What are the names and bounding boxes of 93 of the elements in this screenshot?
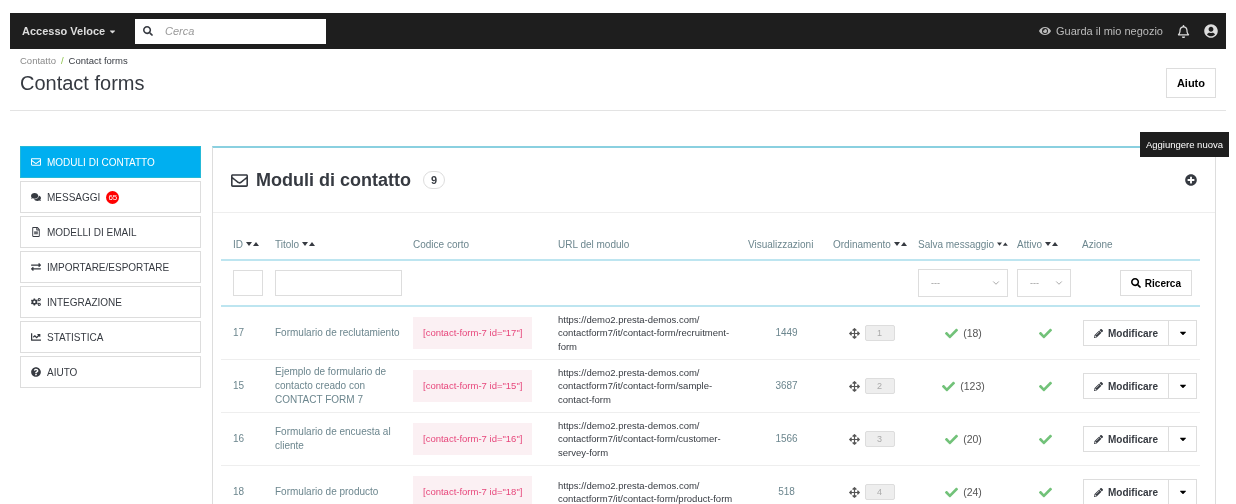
breadcrumb-link[interactable]: Contact forms — [68, 55, 128, 66]
sidebar-item-label: MODELLI DI EMAIL — [47, 226, 137, 238]
quick-access-menu[interactable]: Accesso Veloce — [22, 25, 122, 37]
chevron-down-icon — [991, 278, 1001, 288]
sort-icon[interactable] — [1045, 241, 1058, 247]
column-header: Codice corto — [409, 229, 554, 261]
sort-icon[interactable] — [302, 241, 316, 247]
sidebar-item[interactable]: STATISTICA — [20, 321, 201, 353]
sidebar-item-label: MODULI DI CONTATTO — [47, 156, 155, 168]
drag-handle-icon[interactable] — [848, 327, 860, 339]
panel-title: Moduli di contatto — [256, 169, 411, 191]
tooltip: Aggiungere nuova — [1139, 132, 1229, 157]
table-cell: Formulario de producto — [275, 485, 379, 499]
pencil-icon — [1094, 328, 1103, 338]
table-cell: (24) — [963, 484, 982, 500]
sidebar-item[interactable]: MESSAGGI 65 — [20, 181, 201, 213]
help-icon — [31, 367, 41, 377]
chevron-down-icon — [1054, 278, 1064, 288]
shortcode-cell: [contact-form-7 id="16"] — [413, 423, 533, 455]
table-cell: 3687 — [775, 379, 798, 393]
pencil-icon — [1094, 487, 1103, 497]
table-cell: Formulario de reclutamiento — [275, 326, 400, 340]
notifications-icon[interactable] — [1177, 24, 1190, 38]
cogs-icon — [31, 297, 41, 307]
position-field: 4 — [864, 484, 895, 500]
user-icon[interactable] — [1204, 24, 1218, 38]
page-title: Contact forms — [20, 72, 145, 95]
table-cell-text: https://demo2.presta-demos.com/ contactform7/it/contact-form/customer-servey-form — [558, 419, 722, 459]
column-header: URL del modulo — [554, 229, 744, 261]
table-cell: 16 — [233, 432, 245, 446]
shortcode-cell: [contact-form-7 id="17"] — [413, 317, 533, 349]
title-filter-field[interactable] — [275, 270, 402, 296]
search-icon — [143, 26, 153, 36]
column-header[interactable]: Titolo — [271, 229, 409, 261]
position-field: 2 — [864, 378, 895, 394]
search-button[interactable]: Ricerca — [1119, 270, 1192, 296]
position-field: 3 — [864, 431, 895, 447]
table-cell: (123) — [960, 378, 985, 394]
column-header[interactable]: Ordinamento — [829, 229, 914, 261]
messages-icon — [31, 192, 41, 202]
search-icon — [1130, 278, 1141, 288]
table-cell: 17 — [233, 326, 245, 340]
file-icon — [31, 227, 41, 237]
table-cell: 18 — [233, 485, 245, 499]
sidebar-item[interactable]: INTEGRAZIONE — [20, 286, 201, 318]
table-cell: (20) — [963, 431, 982, 447]
table-cell: 1449 — [775, 326, 798, 340]
table-cell: (18) — [963, 325, 982, 341]
table-cell-text: https://demo2.presta-demos.com/ contactform7/it/contact-form/product-form — [558, 478, 734, 504]
sidebar-item[interactable]: AIUTO — [20, 356, 201, 388]
id-filter-field[interactable] — [233, 270, 263, 296]
sidebar-item-label: IMPORTARE/ESPORTARE — [47, 261, 170, 273]
count-badge: 65 — [106, 190, 120, 204]
column-header[interactable]: ID — [221, 229, 271, 261]
position-field: 1 — [864, 325, 895, 341]
exchange-icon — [31, 262, 41, 272]
sidebar-item[interactable]: IMPORTARE/ESPORTARE — [20, 251, 201, 283]
column-header[interactable]: Attivo — [1013, 229, 1078, 261]
column-header: Azione — [1078, 229, 1200, 261]
sidebar-item-label: INTEGRAZIONE — [47, 296, 122, 308]
sidebar-item[interactable]: MODELLI DI EMAIL — [20, 216, 201, 248]
table-cell: 518 — [778, 485, 795, 499]
sort-icon[interactable] — [997, 241, 1008, 247]
shortcode-cell: [contact-form-7 id="15"] — [413, 370, 533, 402]
breadcrumb-link[interactable]: Contatto — [20, 55, 56, 66]
drag-handle-icon[interactable] — [848, 486, 860, 498]
sort-icon[interactable] — [246, 241, 259, 247]
drag-handle-icon[interactable] — [848, 380, 860, 392]
table-cell-text: Ejemplo de formulario de contacto creado con CONTACT FORM 7 — [275, 365, 388, 407]
view-store-link[interactable]: Guarda il mio negozio — [1039, 25, 1163, 37]
sidebar-item-label: AIUTO — [47, 366, 78, 378]
mail-icon — [231, 171, 248, 189]
help-button[interactable]: Aiuto — [1165, 68, 1216, 98]
table-cell-text: Formulario de encuesta al cliente — [275, 425, 392, 453]
add-icon[interactable] — [1185, 174, 1197, 186]
drag-handle-icon[interactable] — [848, 433, 860, 445]
table-cell: 1566 — [775, 432, 798, 446]
sidebar-item-label: MESSAGGI — [47, 191, 101, 203]
search-field[interactable]: Cerca — [135, 18, 326, 44]
table-cell: 15 — [233, 379, 245, 393]
sidebar-item-label: STATISTICA — [47, 331, 104, 343]
eye-icon — [1039, 25, 1051, 37]
column-header: Visualizzazioni — [744, 229, 829, 261]
column-header[interactable]: Salva messaggio — [914, 229, 1013, 261]
shortcode-cell: [contact-form-7 id="18"] — [413, 476, 533, 504]
table-cell-text: https://demo2.presta-demos.com/ contactform7/it/contact-form/recruitment-form — [558, 313, 731, 353]
chart-icon — [31, 332, 41, 342]
mail-icon — [31, 157, 41, 167]
pencil-icon — [1094, 381, 1103, 391]
breadcrumb-separator: / — [60, 55, 64, 66]
sort-icon[interactable] — [893, 241, 907, 247]
table-cell-text: https://demo2.presta-demos.com/ contactform7/it/contact-form/sample-contact-form — [558, 366, 714, 406]
pencil-icon — [1094, 434, 1103, 444]
